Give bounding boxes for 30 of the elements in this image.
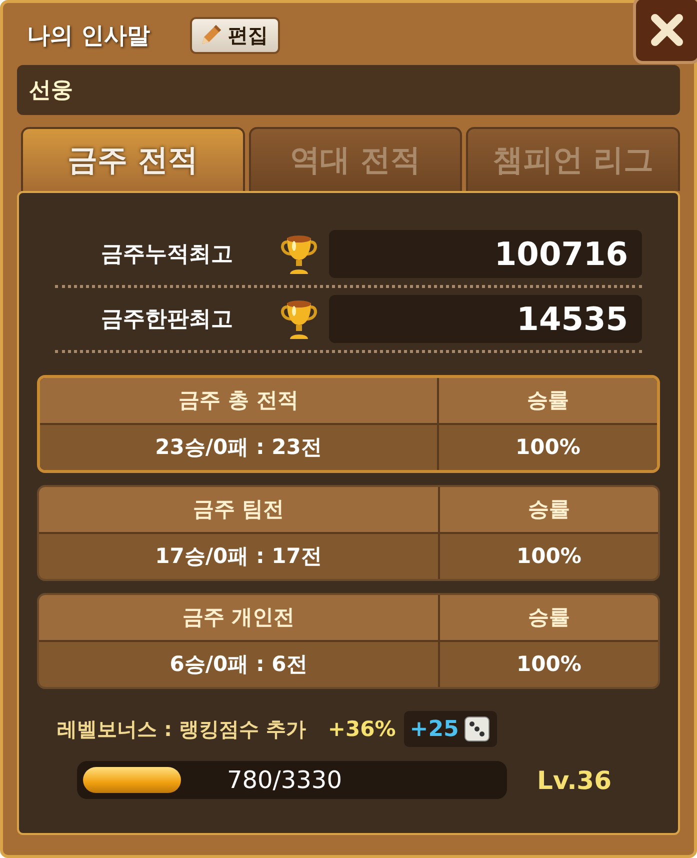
edit-button[interactable]: 편집 xyxy=(190,16,280,54)
record-value: 100716 xyxy=(329,230,642,278)
tab[interactable]: 역대 전적 xyxy=(248,127,462,191)
table-cell: 6승/0패 : 6전 xyxy=(39,640,438,687)
table-cell: 100% xyxy=(438,532,658,579)
experience-reading: 780/3330 xyxy=(227,765,342,796)
close-button[interactable] xyxy=(633,0,697,64)
level-label: Lv.36 xyxy=(537,766,612,794)
record-label: 금주한판최고 xyxy=(100,306,234,334)
table-header: 금주 팀전 xyxy=(39,487,438,532)
table-cell: 100% xyxy=(437,423,657,470)
tab[interactable]: 챔피언 리그 xyxy=(466,127,680,191)
tab[interactable]: 금주 전적 xyxy=(21,127,245,191)
table-cell: 17승/0패 : 17전 xyxy=(39,532,438,579)
bonus-label: 레벨보너스 : 랭킹점수 추가 xyxy=(57,716,306,742)
dice-icon xyxy=(462,715,491,743)
table-header: 승률 xyxy=(437,378,657,423)
section-title: 나의 인사말 xyxy=(27,22,150,50)
bonus-percent: +36% xyxy=(328,717,396,741)
close-icon xyxy=(649,12,685,48)
dice-bonus-badge: +25 xyxy=(404,711,497,747)
table-cell: 100% xyxy=(438,640,658,687)
table-header: 승률 xyxy=(438,595,658,640)
greeting-field[interactable]: 선웅 xyxy=(17,65,680,115)
record-label: 금주누적최고 xyxy=(100,241,234,269)
record-value: 14535 xyxy=(329,295,642,343)
table-header: 금주 개인전 xyxy=(39,595,438,640)
table-header: 금주 총 전적 xyxy=(40,378,437,423)
table-cell: 23승/0패 : 23전 xyxy=(40,423,437,470)
table-header: 승률 xyxy=(438,487,658,532)
